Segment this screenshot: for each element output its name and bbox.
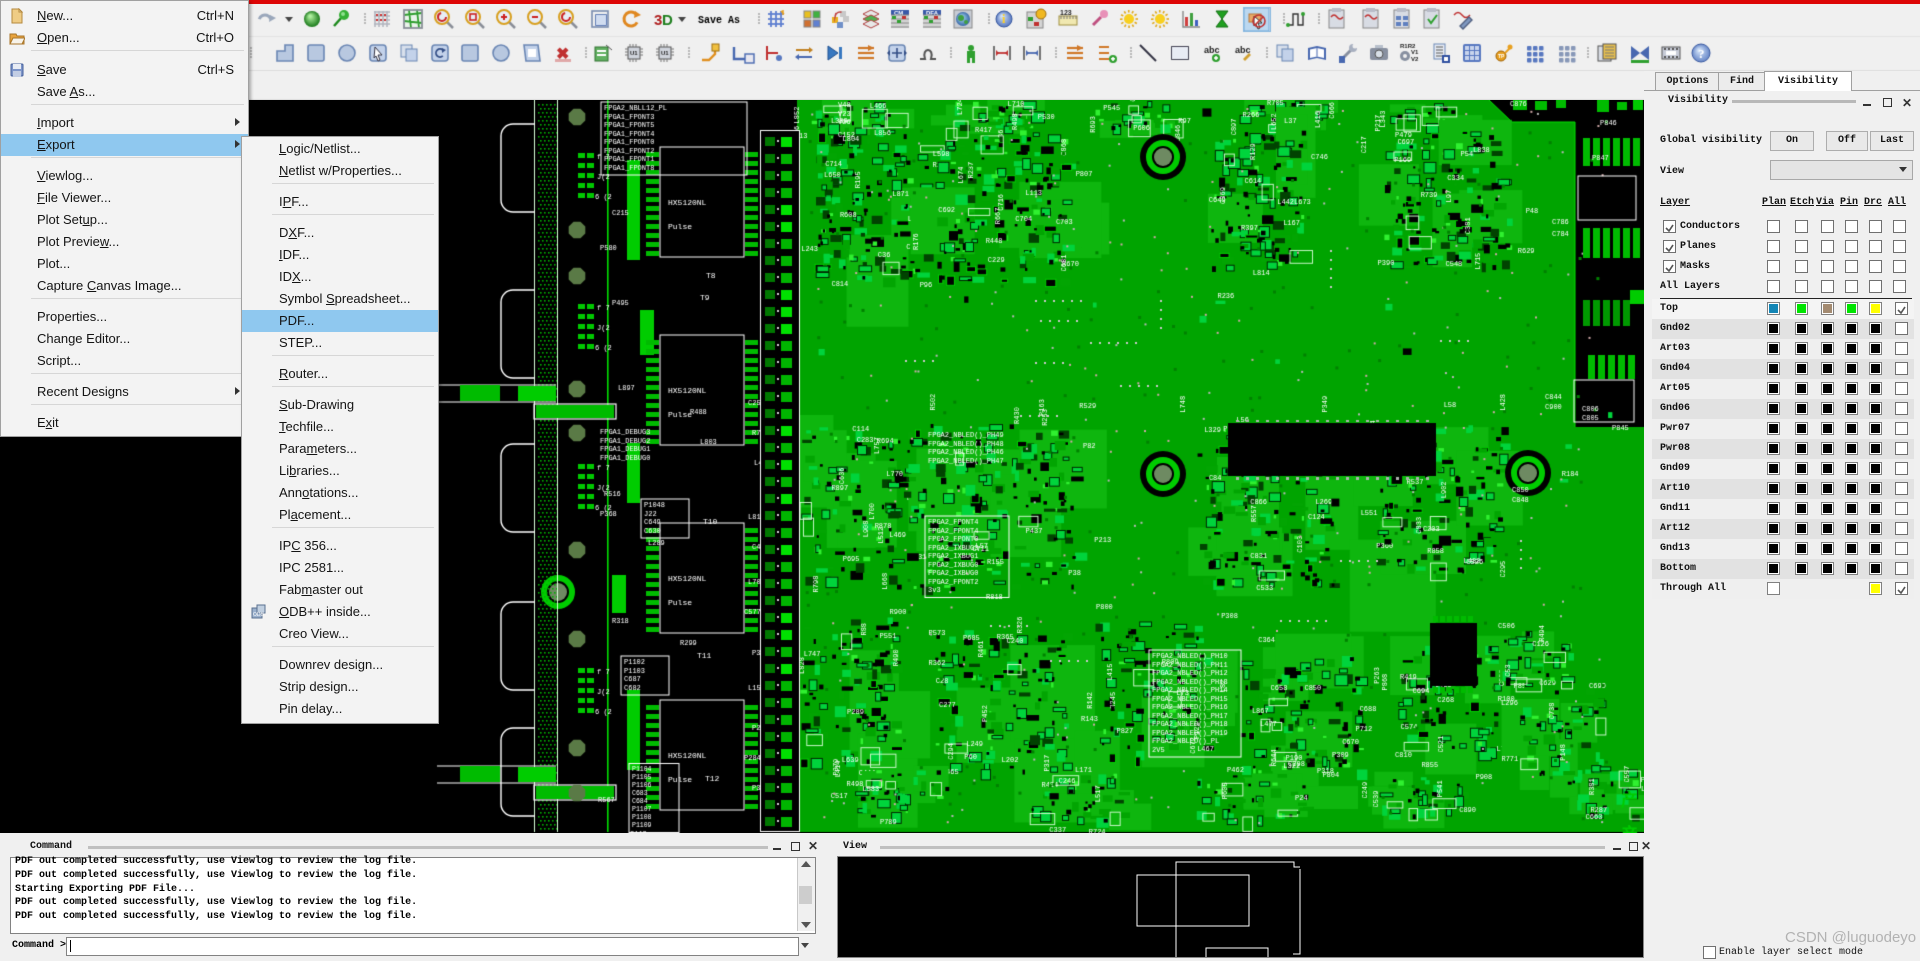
svg-text:ODB: ODB: [253, 612, 265, 618]
